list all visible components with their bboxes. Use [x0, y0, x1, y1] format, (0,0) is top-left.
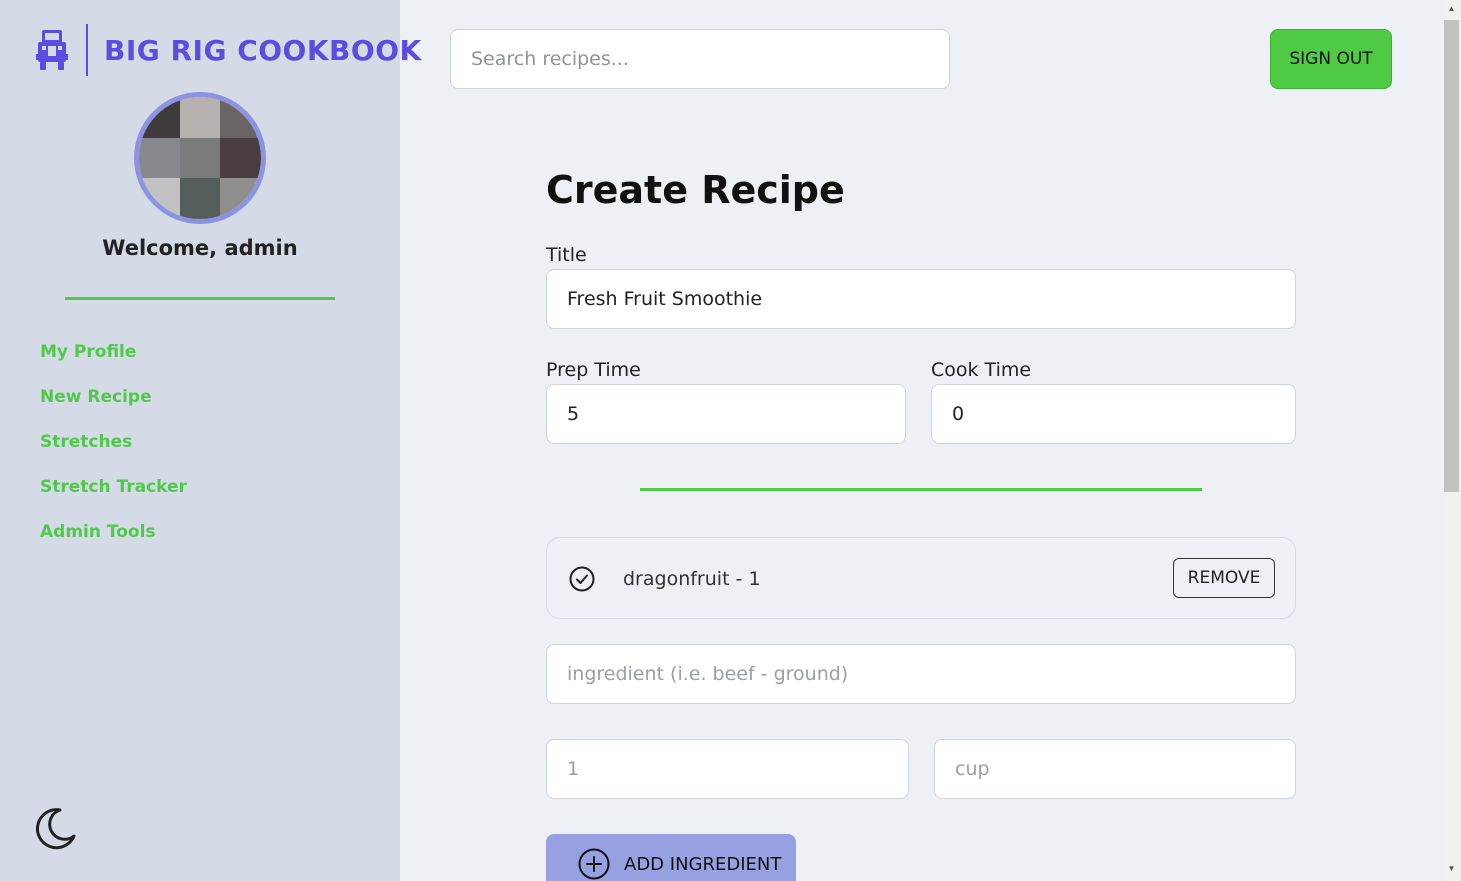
prep-time-field[interactable] — [546, 384, 906, 444]
avatar-tile — [220, 97, 261, 138]
ingredient-item: dragonfruit - 1 REMOVE — [546, 537, 1296, 619]
sidebar-nav: My Profile New Recipe Stretches Stretch … — [40, 342, 187, 567]
avatar-tile — [179, 178, 221, 219]
unit-input[interactable] — [934, 739, 1296, 799]
moon-icon[interactable] — [32, 806, 78, 852]
sidebar-divider — [65, 297, 335, 300]
cook-time-label: Cook Time — [931, 359, 1032, 381]
remove-ingredient-button[interactable]: REMOVE — [1173, 558, 1275, 598]
check-circle-icon — [569, 566, 595, 592]
sidebar: BIG RIG COOKBOOK Welcome, admin My Profi… — [0, 0, 421, 881]
title-field[interactable] — [546, 269, 1296, 329]
avatar-tile — [220, 178, 261, 219]
scroll-down-arrow[interactable]: ▼ — [1442, 864, 1461, 873]
cook-time-field[interactable] — [931, 384, 1296, 444]
sidebar-item-my-profile[interactable]: My Profile — [40, 342, 187, 387]
sidebar-item-admin-tools[interactable]: Admin Tools — [40, 522, 187, 567]
ingredient-text: dragonfruit - 1 — [623, 568, 761, 590]
sidebar-item-stretches[interactable]: Stretches — [40, 432, 187, 477]
page-scrollbar[interactable]: ▲ ▼ — [1442, 0, 1461, 881]
scroll-thumb[interactable] — [1444, 20, 1459, 492]
avatar-image — [139, 97, 261, 219]
page-title: Create Recipe — [546, 168, 845, 212]
avatar-tile — [139, 137, 180, 179]
truck-icon — [36, 30, 68, 70]
avatar-tile — [179, 137, 221, 179]
brand-name: BIG RIG COOKBOOK — [104, 33, 422, 67]
quantity-input[interactable] — [546, 739, 909, 799]
add-ingredient-label: ADD INGREDIENT — [624, 853, 782, 875]
scroll-up-arrow[interactable]: ▲ — [1442, 4, 1461, 13]
welcome-message: Welcome, admin — [102, 236, 298, 260]
brand-divider — [86, 24, 88, 76]
plus-circle-icon — [578, 848, 610, 880]
avatar-tile — [139, 178, 180, 219]
title-label: Title — [546, 244, 587, 266]
avatar[interactable] — [134, 92, 266, 224]
add-ingredient-button[interactable]: ADD INGREDIENT — [546, 834, 796, 881]
sidebar-item-new-recipe[interactable]: New Recipe — [40, 387, 187, 432]
brand-logo[interactable]: BIG RIG COOKBOOK — [36, 24, 422, 76]
avatar-tile — [139, 97, 180, 138]
prep-time-label: Prep Time — [546, 359, 641, 381]
sidebar-item-stretch-tracker[interactable]: Stretch Tracker — [40, 477, 187, 522]
search-input[interactable] — [450, 29, 950, 89]
form-divider — [640, 488, 1202, 491]
ingredient-input[interactable] — [546, 644, 1296, 704]
avatar-tile — [179, 97, 221, 138]
sign-out-button[interactable]: SIGN OUT — [1270, 29, 1392, 89]
avatar-tile — [220, 137, 261, 179]
